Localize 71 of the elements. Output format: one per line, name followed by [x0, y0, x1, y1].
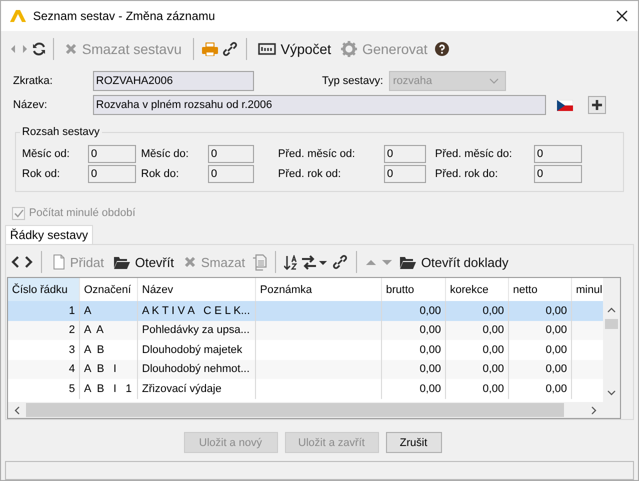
scroll-thumb[interactable]: [26, 403, 564, 418]
link-icon[interactable]: [222, 41, 238, 57]
folder-icon: [114, 255, 130, 270]
input-field[interactable]: 0: [88, 165, 136, 184]
scroll-thumb[interactable]: [605, 319, 618, 330]
dialog-button[interactable]: Zrušit: [386, 432, 442, 454]
column-header[interactable]: korekce: [446, 278, 509, 302]
scroll-right-icon[interactable]: [591, 406, 597, 415]
column-header[interactable]: Označení: [80, 278, 138, 302]
table-cell: Zřizovací výdaje: [138, 379, 256, 399]
field-label: Rok do:: [141, 167, 180, 182]
table-cell: 0,00: [382, 379, 446, 399]
checkbox-label: Počítat minulé období: [29, 206, 136, 222]
close-icon[interactable]: [616, 10, 628, 22]
field-label: Zkratka:: [12, 74, 54, 89]
tab[interactable]: Řádky sestavy: [5, 225, 94, 244]
field-label: Měsíc od:: [22, 147, 71, 162]
field-label: Měsíc do:: [141, 147, 190, 162]
add-button[interactable]: [588, 96, 606, 114]
column-header[interactable]: netto: [509, 278, 572, 302]
horizontal-scrollbar[interactable]: [8, 402, 620, 418]
flag-icon[interactable]: [557, 100, 573, 111]
column-header[interactable]: brutto: [382, 278, 446, 302]
link-icon[interactable]: [332, 254, 348, 270]
vertical-scrollbar[interactable]: [603, 278, 620, 402]
scroll-down-icon[interactable]: [607, 390, 616, 396]
input-field[interactable]: 0: [208, 145, 254, 164]
table-cell: A B I 1: [80, 379, 138, 399]
app-logo-icon: [10, 10, 26, 22]
scroll-left-icon[interactable]: [14, 406, 20, 415]
field-label: Před. měsíc do:: [435, 147, 514, 162]
previous-icon[interactable]: [11, 256, 20, 268]
gear-icon: [341, 41, 358, 57]
toolbar-button[interactable]: Výpočet: [254, 37, 334, 61]
field-label: Před. rok od:: [278, 167, 342, 182]
swap-icon[interactable]: [301, 254, 328, 270]
document-icon: [53, 254, 65, 270]
scroll-up-icon[interactable]: [607, 307, 616, 314]
field-label: Typ sestavy:: [322, 74, 384, 89]
input-field[interactable]: 0: [88, 145, 136, 164]
field-label: Před. měsíc od:: [278, 147, 356, 162]
field-label: Před. rok do:: [435, 167, 499, 182]
toolbar-button[interactable]: Otevřít doklady: [397, 250, 512, 274]
calculator-icon: [258, 42, 276, 56]
chevron-down-icon: [489, 78, 499, 84]
plus-icon: [592, 100, 602, 110]
table-cell: 5: [8, 379, 80, 399]
column-header[interactable]: Poznámka: [256, 278, 382, 302]
field-label: Název:: [12, 98, 48, 114]
input-field[interactable]: 0: [208, 165, 254, 184]
toolbar-button[interactable]: Otevřít: [110, 250, 177, 274]
input-field[interactable]: 0: [534, 145, 582, 164]
delete-icon: [184, 256, 196, 268]
input-field[interactable]: 0: [534, 165, 582, 184]
refresh-icon[interactable]: [33, 42, 45, 56]
window-title: Seznam sestav - Změna záznamu: [33, 8, 216, 25]
delete-icon: [65, 43, 77, 55]
table-row[interactable]: 1 A A K T I V A C E L K... 0,00 0,00 0,00: [8, 301, 604, 321]
help-icon[interactable]: [434, 42, 449, 56]
column-header[interactable]: Číslo řádku: [8, 278, 80, 302]
field-label: Rok od:: [22, 167, 61, 182]
input-field[interactable]: ROZVAHA2006: [93, 70, 254, 91]
input-field[interactable]: 0: [384, 145, 426, 164]
input-field[interactable]: Rozvaha v plném rozsahu od r.2006: [93, 95, 546, 116]
table-cell: 0,00: [446, 379, 509, 399]
column-header[interactable]: Název: [138, 278, 256, 302]
sort-icon[interactable]: [284, 254, 298, 270]
input-field[interactable]: 0: [384, 165, 426, 184]
table-cell: 0,00: [509, 379, 572, 399]
folder-icon: [400, 255, 416, 270]
next-icon[interactable]: [24, 256, 33, 268]
